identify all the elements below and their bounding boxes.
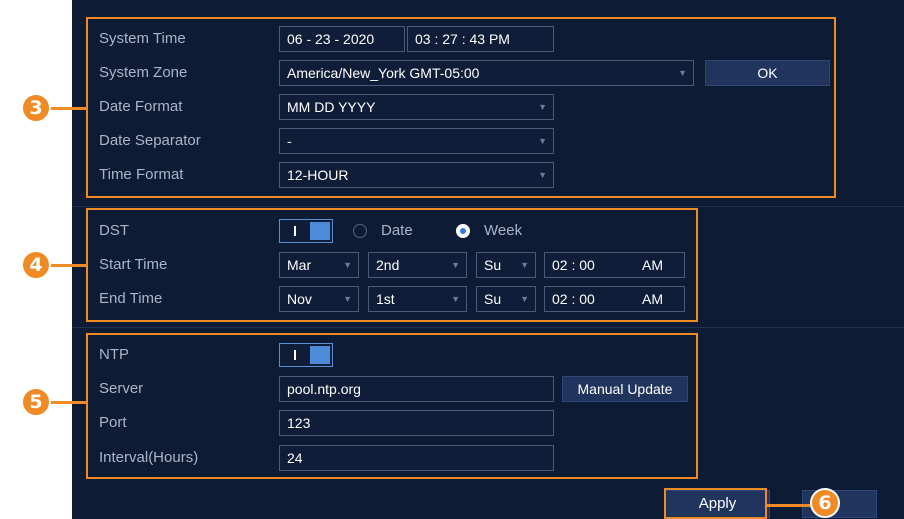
section-divider	[72, 206, 904, 207]
callout-badge-apply: 6	[810, 488, 840, 518]
callout-line-ntp	[50, 401, 87, 404]
callout-box-ntp	[86, 333, 698, 479]
callout-box-system	[86, 17, 836, 198]
callout-badge-dst: 4	[21, 250, 51, 280]
callout-badge-ntp: 5	[21, 387, 51, 417]
callout-box-apply	[664, 488, 767, 519]
section-divider	[72, 327, 904, 328]
callout-line-dst	[50, 264, 87, 267]
callout-line-apply	[767, 504, 811, 507]
callout-line-system	[50, 107, 87, 110]
callout-badge-system: 3	[21, 93, 51, 123]
callout-box-dst	[86, 208, 698, 322]
